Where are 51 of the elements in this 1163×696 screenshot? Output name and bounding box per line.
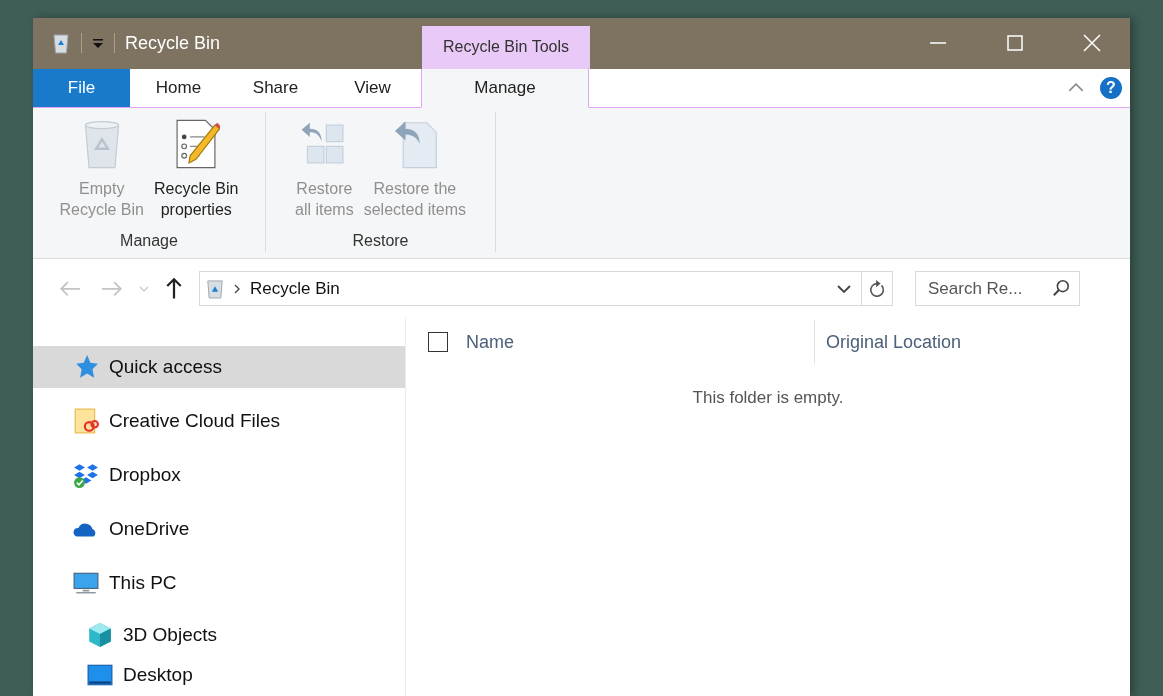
window-title: Recycle Bin [125,32,221,54]
nav-pane-label: Quick access [109,356,222,378]
nav-pane-label: This PC [109,572,177,594]
collapse-ribbon-icon[interactable] [1068,83,1084,93]
minimize-icon [929,42,946,45]
ribbon-button-label: Restore all items [295,178,354,220]
chevron-icon [234,283,240,294]
dropdown-icon[interactable] [837,284,851,293]
help-button[interactable]: ? [1100,76,1122,99]
nav-pane-item[interactable]: Creative Cloud Files [33,400,405,442]
ribbon-tab[interactable]: File [33,68,130,108]
maximize-icon [1004,33,1025,54]
dropbox-icon [73,462,99,488]
forward-arrow-icon [101,279,123,298]
column-header[interactable]: Name [466,320,815,364]
address-path: Recycle Bin [250,278,340,299]
recycle-bin-icon [206,278,224,299]
up-arrow-icon [165,277,183,300]
nav-pane-item[interactable]: Desktop [33,656,405,694]
column-header[interactable]: Original Location [815,331,962,353]
nav-pane-label: Creative Cloud Files [109,410,281,432]
ribbon-button-label: Empty Recycle Bin [59,178,144,220]
ribbon-button-label: Restore the selected items [363,178,466,220]
select-all-checkbox[interactable] [428,332,448,352]
cube-icon [87,622,113,648]
ribbon-button-label: Recycle Bin properties [154,178,239,220]
ribbon-button[interactable]: Recycle Bin properties [151,111,242,233]
nav-pane-label: OneDrive [109,518,190,540]
empty-folder-message: This folder is empty. [691,388,845,408]
address-bar[interactable]: Recycle Bin [199,271,893,307]
nav-pane-item[interactable]: This PC [33,562,405,604]
back-arrow-icon [59,279,81,298]
desktop-icon [87,662,113,688]
group-label: Restore [352,232,409,251]
recycle-bin-icon[interactable] [51,32,71,55]
nav-pane-label: Dropbox [109,464,181,486]
nav-pane-label: 3D Objects [123,624,217,646]
folder-icon [73,408,99,434]
monitor-icon [73,570,99,596]
contextual-tab-header: Recycle Bin Tools [422,26,590,69]
nav-pane-item[interactable]: 3D Objects [33,616,405,654]
nav-pane-item[interactable]: Quick access [33,346,405,388]
close-icon [1081,33,1102,54]
group-label: Manage [120,232,178,251]
nav-pane-item[interactable]: Dropbox [33,454,405,496]
search-icon [1052,279,1070,298]
dropdown-icon[interactable] [92,37,104,50]
nav-pane-item[interactable]: OneDrive [33,508,405,550]
nav-pane-label: Desktop [123,664,193,686]
search-field[interactable]: Search Re... [915,271,1080,307]
ribbon-tab[interactable]: Manage [421,68,589,108]
